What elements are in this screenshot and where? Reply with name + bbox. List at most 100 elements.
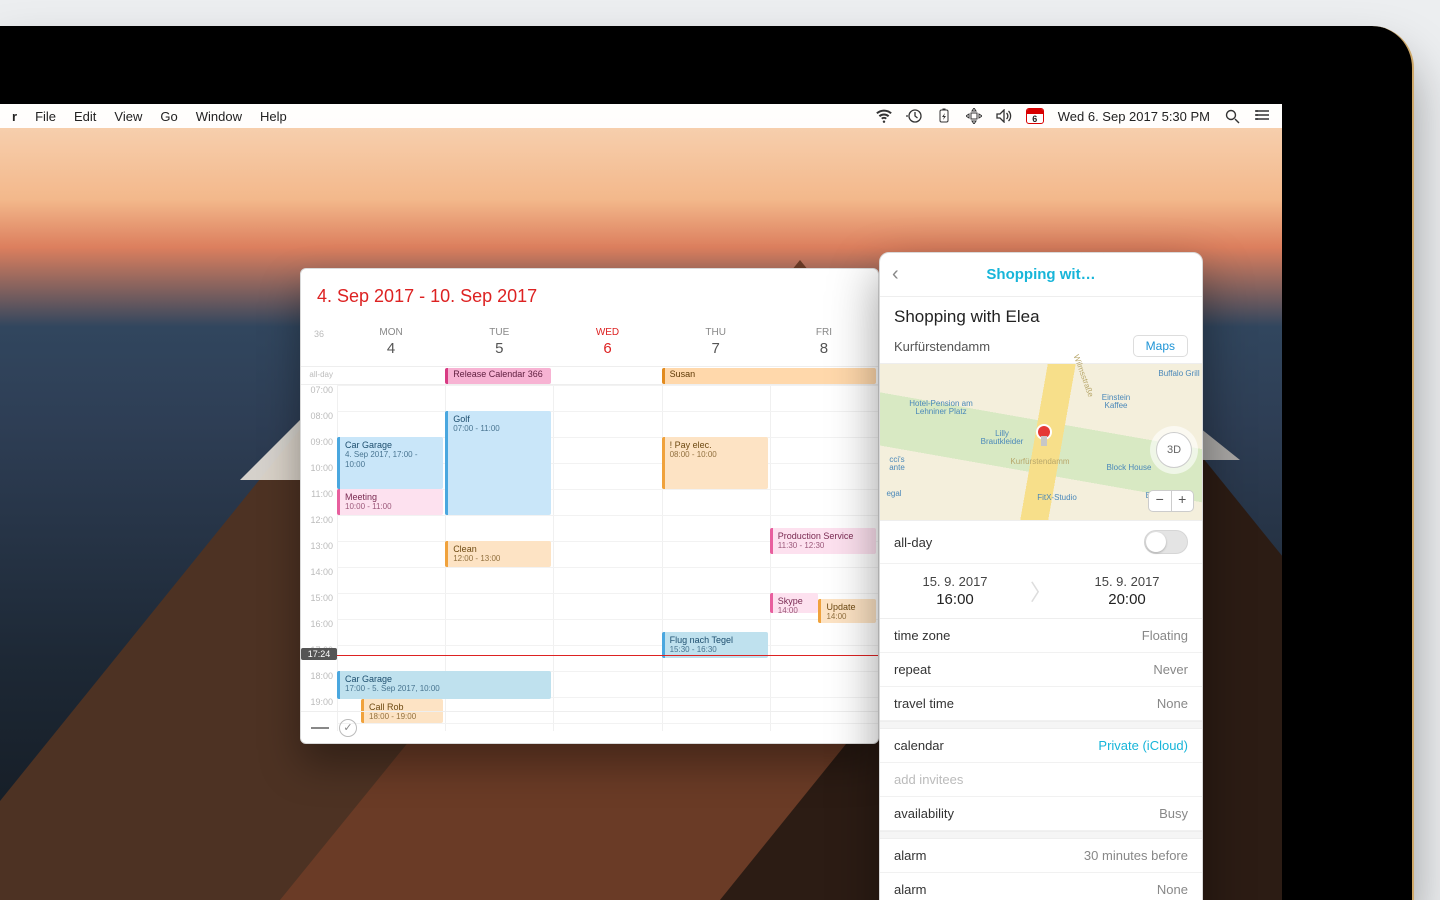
menu-view[interactable]: View [114,109,142,124]
row-repeat[interactable]: repeat Never [880,653,1202,687]
row-travel-time[interactable]: travel time None [880,687,1202,721]
calendar-footer: ✓ [301,711,878,743]
back-icon[interactable]: ‹ [892,263,914,286]
open-maps-button[interactable]: Maps [1133,335,1188,357]
hour-label: 12:00 [301,515,337,541]
day-header-wed[interactable]: WED6 [553,323,661,366]
map-poi: Block House [1102,464,1156,472]
start-datetime[interactable]: 15. 9. 2017 16:00 [880,574,1030,608]
map-poi: Einstein Kaffee [1094,394,1138,410]
row-alarm-2[interactable]: alarm None [880,873,1202,900]
popover-nav-title: Shopping wit… [914,266,1168,283]
map-poi: Buffalo Grill [1156,370,1202,378]
wifi-icon[interactable] [876,108,892,124]
menu-window[interactable]: Window [196,109,242,124]
calendar-event[interactable]: Clean12:00 - 13:00 [445,541,551,567]
menu-go[interactable]: Go [160,109,177,124]
hour-label: 08:00 [301,411,337,437]
allday-event[interactable]: Release Calendar 366 [445,368,551,384]
allday-label: all-day [894,535,932,550]
menubar: r File Edit View Go Window Help 6 Wed 6.… [0,104,1282,128]
map-poi: FitX-Studio [1032,494,1082,502]
day-header-mon[interactable]: MON4 [337,323,445,366]
day-header-fri[interactable]: FRI8 [770,323,878,366]
hour-label: 10:00 [301,463,337,489]
arrow-icon: 〉 [1030,575,1052,607]
map-poi: Lilly Brautkleider [978,430,1026,446]
calendar-event[interactable]: Meeting10:00 - 11:00 [337,489,443,515]
calendar-event[interactable]: Update14:00 [818,599,876,623]
calendar-event[interactable]: Car Garage4. Sep 2017, 17:00 - 10:00 [337,437,443,489]
menu-help[interactable]: Help [260,109,287,124]
menu-edit[interactable]: Edit [74,109,96,124]
calendar-event[interactable]: Golf07:00 - 11:00 [445,411,551,515]
event-dates: 15. 9. 2017 16:00 〉 15. 9. 2017 20:00 [880,564,1202,619]
hour-label: 09:00 [301,437,337,463]
event-popover: ‹ Shopping wit… Shopping with Elea Kurfü… [879,252,1203,900]
hour-label: 18:00 [301,671,337,697]
day-header-thu[interactable]: THU7 [662,323,770,366]
week-number: 36 [301,323,337,366]
row-add-invitees[interactable]: add invitees [880,763,1202,797]
calendar-event[interactable]: Car Garage17:00 - 5. Sep 2017, 10:00 [337,671,551,699]
map-street-label: Kurfürstendamm [1000,458,1080,466]
move-icon[interactable] [966,108,982,124]
row-allday: all-day [880,521,1202,564]
event-title[interactable]: Shopping with Elea [894,307,1188,327]
hour-label: 07:00 [301,385,337,411]
day-headers: 36 MON4 TUE5 WED6 THU7 FRI8 [301,323,878,367]
week-grid[interactable]: 07:0008:0009:0010:0011:0012:0013:0014:00… [301,385,878,731]
allday-toggle[interactable] [1144,530,1188,554]
popover-nav: ‹ Shopping wit… [880,253,1202,297]
list-view-icon[interactable] [311,719,329,737]
map-poi: egal [882,490,906,498]
hour-label: 11:00 [301,489,337,515]
map-zoom: − + [1148,490,1194,512]
event-location[interactable]: Kurfürstendamm [894,339,990,354]
calendar-menulet-icon[interactable]: 6 [1026,108,1044,124]
day-columns: Car Garage4. Sep 2017, 17:00 - 10:00Meet… [337,385,878,731]
hour-label: 15:00 [301,593,337,619]
now-time-badge: 17:24 [301,648,337,660]
map-pin-icon [1038,426,1050,438]
calendar-event[interactable]: ! Pay elec.08:00 - 10:00 [662,437,768,489]
calendar-event[interactable]: Skype14:00 [770,593,819,613]
laptop-frame: r File Edit View Go Window Help 6 Wed 6.… [0,26,1414,900]
battery-icon[interactable] [936,108,952,124]
hour-label: 14:00 [301,567,337,593]
menu-file[interactable]: File [35,109,56,124]
date-range: 4. Sep 2017 - 10. Sep 2017 [317,286,537,307]
hour-gutter: 07:0008:0009:0010:0011:0012:0013:0014:00… [301,385,337,731]
calendar-header: 4. Sep 2017 - 10. Sep 2017 [301,269,878,323]
map-preview[interactable]: Hotel-Pension am Lehniner Platz Lilly Br… [880,363,1202,521]
row-calendar[interactable]: calendar Private (iCloud) [880,729,1202,763]
desktop: r File Edit View Go Window Help 6 Wed 6.… [0,104,1282,900]
notification-center-icon[interactable] [1254,108,1270,124]
spotlight-icon[interactable] [1224,108,1240,124]
hour-label: 13:00 [301,541,337,567]
calendar-event[interactable]: Flug nach Tegel15:30 - 16:30 [662,632,768,658]
menubar-menus: r File Edit View Go Window Help [12,109,287,124]
tasks-icon[interactable]: ✓ [339,719,357,737]
zoom-in-button[interactable]: + [1172,491,1194,511]
zoom-out-button[interactable]: − [1149,491,1172,511]
calendar-event[interactable]: Production Service11:30 - 12:30 [770,528,876,554]
day-header-tue[interactable]: TUE5 [445,323,553,366]
end-datetime[interactable]: 15. 9. 2017 20:00 [1052,574,1202,608]
menubar-app-name[interactable]: r [12,109,17,124]
volume-icon[interactable] [996,108,1012,124]
calendar-window: 4. Sep 2017 - 10. Sep 2017 36 MON4 TUE5 … [300,268,879,744]
map-poi: Hotel-Pension am Lehniner Platz [906,400,976,416]
menubar-clock[interactable]: Wed 6. Sep 2017 5:30 PM [1058,109,1210,124]
calendar-menulet-day: 6 [1027,114,1043,124]
allday-label: all-day [301,370,337,379]
map-3d-button[interactable]: 3D [1156,432,1192,468]
row-alarm-1[interactable]: alarm 30 minutes before [880,839,1202,873]
hour-label: 16:00 [301,619,337,645]
timemachine-icon[interactable] [906,108,922,124]
now-indicator [337,655,878,656]
row-timezone[interactable]: time zone Floating [880,619,1202,653]
row-availability[interactable]: availability Busy [880,797,1202,831]
map-poi: cci's ante [882,456,912,472]
allday-event[interactable]: Susan [662,368,876,384]
